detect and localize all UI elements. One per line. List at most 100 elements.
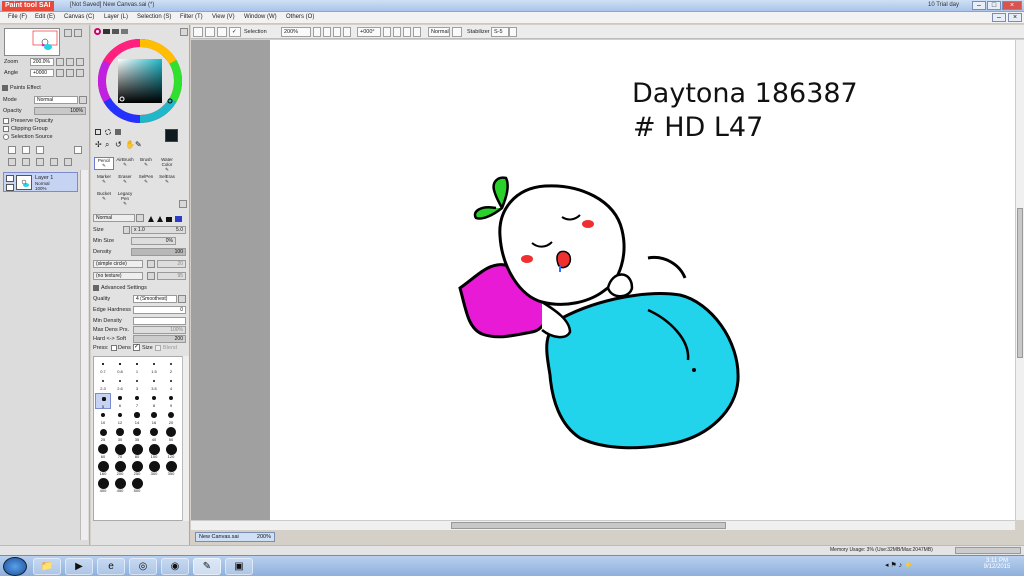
brush-size-cell[interactable]: 3.5 xyxy=(146,376,162,392)
brush-size-cell[interactable]: 35 xyxy=(129,427,145,443)
rotate-right-button[interactable] xyxy=(393,27,401,37)
clipping-group-checkbox[interactable] xyxy=(3,126,9,132)
nav-zoom-in-button[interactable] xyxy=(64,29,72,37)
tool-legacy-pen[interactable]: Legacy Pen ✎ xyxy=(115,191,135,207)
taskbar-app-icon[interactable]: ◎ xyxy=(129,558,157,575)
brush-blend-select[interactable]: Normal xyxy=(93,214,135,222)
brush-size-cell[interactable]: 2.6 xyxy=(112,376,128,392)
move-icon[interactable]: ✢ xyxy=(95,141,102,149)
brush-size-cell[interactable]: 160 xyxy=(95,460,111,477)
brush-size-cell[interactable]: 6 xyxy=(112,393,128,409)
max-dens-slider[interactable]: 100% xyxy=(133,326,186,334)
tool-selpen[interactable]: SelPen ✎ xyxy=(136,174,156,185)
tool-bucket[interactable]: Bucket ✎ xyxy=(94,191,114,202)
nav-zoom-out-button[interactable] xyxy=(74,29,82,37)
brush-size-cell[interactable]: 9 xyxy=(163,393,179,409)
hsv-slider-tab-icon[interactable] xyxy=(112,29,119,34)
navigator-preview[interactable] xyxy=(4,28,60,56)
brush-size-cell[interactable]: 3 xyxy=(129,376,145,392)
brush-size-cell[interactable]: 7 xyxy=(129,393,145,409)
tool-deselect-button[interactable] xyxy=(193,27,203,37)
nav-angle-reset-button[interactable] xyxy=(76,69,84,77)
horizontal-scroll-thumb[interactable] xyxy=(451,522,726,529)
rgb-slider-tab-icon[interactable] xyxy=(103,29,110,34)
brush-shape-buttons[interactable] xyxy=(147,215,183,222)
selection-source-checkbox[interactable] xyxy=(3,134,9,140)
menu-edit[interactable]: Edit (E) xyxy=(35,14,55,20)
tool-eraser[interactable]: Eraser ✎ xyxy=(115,174,135,185)
color-mode-tabs[interactable] xyxy=(94,28,130,36)
brush-size-cell[interactable]: 25 xyxy=(95,427,111,443)
stabilizer-select[interactable]: S-5 xyxy=(491,27,509,37)
brush-texture-select[interactable]: (no texture) xyxy=(93,272,143,280)
taskbar-media-player-icon[interactable]: ▶ xyxy=(65,558,93,575)
lasso-icon[interactable] xyxy=(105,129,111,135)
size-multiplier-icon[interactable] xyxy=(123,226,130,234)
menu-others[interactable]: Others (O) xyxy=(286,14,314,20)
brush-texture-strength[interactable]: 95 xyxy=(157,272,186,280)
foreground-color-swatch[interactable] xyxy=(165,129,178,142)
taskbar-chrome-icon[interactable]: ◉ xyxy=(161,558,189,575)
start-button[interactable] xyxy=(3,557,27,576)
nav-zoom-reset-button[interactable] xyxy=(76,58,84,66)
brush-size-cell[interactable]: 60 xyxy=(95,443,111,460)
brush-texture-dropdown-icon[interactable] xyxy=(147,272,155,280)
tool-seleras[interactable]: SelEras ✎ xyxy=(157,174,177,185)
stabilizer-dropdown-button[interactable] xyxy=(509,27,517,37)
press-blend-checkbox[interactable] xyxy=(155,345,161,351)
advanced-expand-icon[interactable] xyxy=(93,285,99,291)
layer-menu-button[interactable] xyxy=(74,146,82,154)
brush-size-cell[interactable]: 1.5 xyxy=(146,359,162,375)
brush-shape-select[interactable]: (simple circle) xyxy=(93,260,143,268)
new-linework-button[interactable] xyxy=(36,146,44,154)
magic-wand-icon[interactable] xyxy=(115,129,121,135)
brush-shape-strength[interactable]: 20 xyxy=(157,260,186,268)
new-layer-button[interactable] xyxy=(8,146,16,154)
canvas-vertical-scrollbar[interactable] xyxy=(1015,40,1024,520)
brush-size-cell[interactable]: 10 xyxy=(95,410,111,426)
minimize-button[interactable]: – xyxy=(972,1,986,10)
opacity-slider[interactable]: 100% xyxy=(34,107,86,115)
layer-scrollbar[interactable] xyxy=(80,170,88,540)
rotate-reset-button[interactable] xyxy=(403,27,411,37)
mode-select[interactable]: Normal xyxy=(428,27,450,37)
brush-size-cell[interactable]: 2 xyxy=(163,359,179,375)
brush-size-cell[interactable]: 500 xyxy=(129,477,145,494)
tool-brush[interactable]: Brush ✎ xyxy=(136,157,156,168)
zoom-select[interactable]: 200% xyxy=(281,27,311,37)
eye-icon[interactable] xyxy=(6,175,14,182)
menu-view[interactable]: View (V) xyxy=(212,14,235,20)
nav-zoom-minus-button[interactable] xyxy=(56,58,64,66)
density-slider[interactable]: 100 xyxy=(131,248,186,256)
brush-size-cell[interactable]: 80 xyxy=(129,443,145,460)
flip-button[interactable] xyxy=(413,27,421,37)
menu-window[interactable]: Window (W) xyxy=(244,14,277,20)
blend-mode-select[interactable]: Normal xyxy=(34,96,78,104)
menu-filter[interactable]: Filter (T) xyxy=(180,14,203,20)
tool-airbrush[interactable]: AirBrush ✎ xyxy=(115,157,135,168)
clear-layer-button[interactable] xyxy=(36,158,44,166)
min-size-slider[interactable]: 0% xyxy=(131,237,176,245)
brush-size-cell[interactable]: 70 xyxy=(112,443,128,460)
press-dens-checkbox[interactable] xyxy=(111,345,117,351)
brush-size-cell[interactable]: 120 xyxy=(163,443,179,460)
transfer-down-button[interactable] xyxy=(8,158,16,166)
color-panel-menu-button[interactable] xyxy=(180,28,188,36)
maximize-button[interactable]: □ xyxy=(987,1,1001,10)
tool-hide-button[interactable] xyxy=(217,27,227,37)
effects-expand-icon[interactable] xyxy=(2,85,8,91)
doc-close-button[interactable]: × xyxy=(1008,13,1022,22)
delete-layer-button[interactable] xyxy=(50,158,58,166)
rotate-tool-icon[interactable]: ↺ xyxy=(115,141,122,149)
canvas-horizontal-scrollbar[interactable] xyxy=(191,520,1015,530)
brush-size-cell[interactable]: 300 xyxy=(146,460,162,477)
brush-size-cell[interactable]: 2.3 xyxy=(95,376,111,392)
doc-minimize-button[interactable]: – xyxy=(992,13,1006,22)
brush-size-cell[interactable]: 0.7 xyxy=(95,359,111,375)
eyedropper-icon[interactable]: ✎ xyxy=(135,141,142,149)
clock[interactable]: 3:11 PM 9/12/2015 xyxy=(975,558,1019,570)
vertical-scroll-thumb[interactable] xyxy=(1017,208,1023,358)
brush-size-cell[interactable]: 14 xyxy=(129,410,145,426)
brush-size-cell[interactable]: 8 xyxy=(146,393,162,409)
brush-size-cell[interactable]: 5 xyxy=(95,393,111,409)
